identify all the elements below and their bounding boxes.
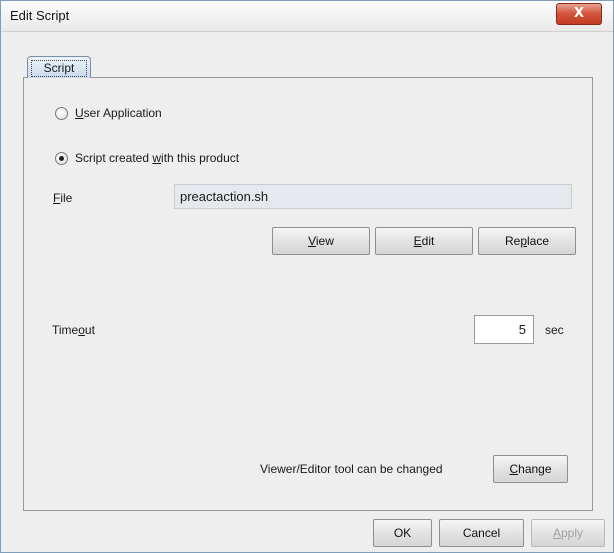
timeout-input[interactable]: 5 [474, 315, 534, 344]
radio-user-application-label: User Application [75, 106, 162, 120]
script-tab-panel [23, 77, 593, 511]
file-name-field: preactaction.sh [174, 184, 572, 209]
cancel-button[interactable]: Cancel [439, 519, 524, 547]
title-bar: Edit Script X [1, 1, 613, 32]
apply-button[interactable]: Apply [531, 519, 605, 547]
change-button[interactable]: Change [493, 455, 568, 483]
close-button[interactable]: X [556, 3, 602, 25]
edit-script-dialog: Edit Script X Script User Application Sc… [0, 0, 614, 553]
tab-script-label: Script [43, 61, 75, 75]
close-icon: X [573, 6, 585, 21]
file-label: File [53, 191, 73, 205]
timeout-unit: sec [545, 323, 564, 337]
radio-user-application[interactable]: User Application [55, 106, 162, 120]
edit-button[interactable]: Edit [375, 227, 473, 255]
tool-change-text: Viewer/Editor tool can be changed [260, 462, 443, 476]
tab-script[interactable]: Script [27, 56, 91, 78]
timeout-label: Timeout [52, 323, 95, 337]
radio-script-created-label: Script created with this product [75, 151, 240, 165]
tab-focus-ring: Script [31, 60, 87, 77]
window-title: Edit Script [10, 8, 70, 23]
ok-button[interactable]: OK [373, 519, 432, 547]
radio-script-created[interactable]: Script created with this product [55, 151, 239, 165]
replace-button[interactable]: Replace [478, 227, 576, 255]
radio-unchecked-icon [55, 106, 68, 120]
radio-checked-icon [55, 151, 68, 165]
view-button[interactable]: View [272, 227, 370, 255]
